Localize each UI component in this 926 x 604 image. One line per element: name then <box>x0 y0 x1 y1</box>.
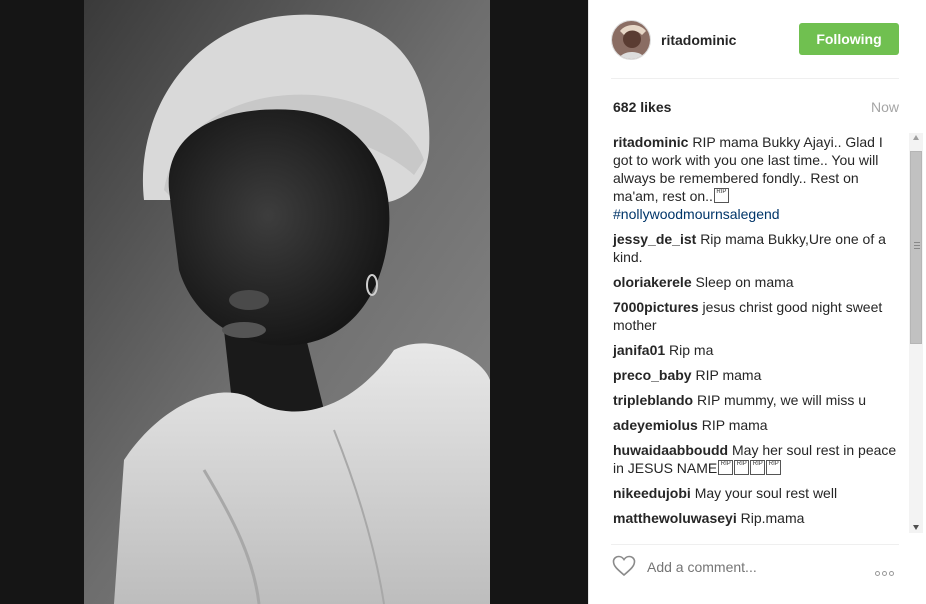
comment-username[interactable]: preco_baby <box>613 367 692 383</box>
comments-scrollbar[interactable] <box>909 133 923 533</box>
comment-username[interactable]: janifa01 <box>613 342 665 358</box>
comment-item: preco_baby RIP mama <box>611 366 901 384</box>
comment-username[interactable]: nikeedujobi <box>613 485 691 501</box>
post-time[interactable]: Now <box>871 99 899 115</box>
comment-username[interactable]: huwaidaabboudd <box>613 442 728 458</box>
username-link[interactable]: ritadominic <box>661 32 736 48</box>
rip-emoji-icon: RIP <box>766 460 782 475</box>
add-comment-input[interactable] <box>647 559 847 575</box>
comment-username[interactable]: ritadominic <box>613 134 688 150</box>
comment-item: huwaidaabboudd May her soul rest in peac… <box>611 441 901 477</box>
side-panel: ritadominic Following 682 likes Now rita… <box>588 0 926 604</box>
rip-emoji-icon: RIP <box>718 460 734 475</box>
photo-image <box>84 0 490 604</box>
post-photo[interactable] <box>84 0 490 604</box>
scroll-up-icon[interactable] <box>913 135 919 140</box>
avatar-image <box>612 21 650 59</box>
comment-username[interactable]: 7000pictures <box>613 299 699 315</box>
more-options-icon[interactable] <box>875 563 896 581</box>
comment-username[interactable]: oloriakerele <box>613 274 692 290</box>
post-header: ritadominic Following <box>589 0 926 79</box>
comment-username[interactable]: tripleblando <box>613 392 693 408</box>
media-area <box>0 0 588 604</box>
scrollbar-thumb[interactable] <box>910 151 922 344</box>
comment-item: tripleblando RIP mummy, we will miss u <box>611 391 901 409</box>
dot <box>882 571 887 576</box>
comment-bar <box>589 545 926 590</box>
rip-emoji-icon: RIP <box>750 460 766 475</box>
dot <box>875 571 880 576</box>
comment-item: jessy_de_ist Rip mama Bukky,Ure one of a… <box>611 230 901 266</box>
comment-text: Rip ma <box>669 342 714 358</box>
likes-count[interactable]: 682 likes <box>613 99 671 115</box>
post-modal: ritadominic Following 682 likes Now rita… <box>0 0 926 604</box>
header-divider <box>611 78 899 79</box>
comment-item: adeyemiolus RIP mama <box>611 416 901 434</box>
rip-emoji-icon: RIP <box>713 188 729 203</box>
comment-item: matthewoluwaseyi Rip.mama <box>611 509 901 527</box>
comment-text: RIP mummy, we will miss u <box>697 392 867 408</box>
comment-username[interactable]: matthewoluwaseyi <box>613 510 737 526</box>
comment-item: janifa01 Rip ma <box>611 341 901 359</box>
comment-username[interactable]: adeyemiolus <box>613 417 698 433</box>
comment-username[interactable]: jessy_de_ist <box>613 231 696 247</box>
comment-item: 7000pictures jesus christ good night swe… <box>611 298 901 334</box>
heart-outline-icon[interactable] <box>612 555 636 577</box>
comment-text: May your soul rest well <box>694 485 838 501</box>
grip-icon <box>914 242 920 249</box>
dot <box>889 571 894 576</box>
comment-item: nikeedujobi May your soul rest well <box>611 484 901 502</box>
hashtag-link[interactable]: #nollywoodmournsalegend <box>613 206 780 222</box>
comments-list: ritadominic RIP mama Bukky Ajayi.. Glad … <box>611 133 901 533</box>
comment-text: Sleep on mama <box>695 274 794 290</box>
rip-emoji-icon: RIP <box>734 460 750 475</box>
comment-text: RIP mama <box>701 417 768 433</box>
comment-text: Rip.mama <box>740 510 805 526</box>
following-button[interactable]: Following <box>799 23 899 55</box>
avatar[interactable] <box>611 20 651 60</box>
comment-text: RIP mama <box>695 367 762 383</box>
comment-item: ritadominic RIP mama Bukky Ajayi.. Glad … <box>611 133 901 223</box>
scroll-down-icon[interactable] <box>913 525 919 530</box>
comment-item: oloriakerele Sleep on mama <box>611 273 901 291</box>
